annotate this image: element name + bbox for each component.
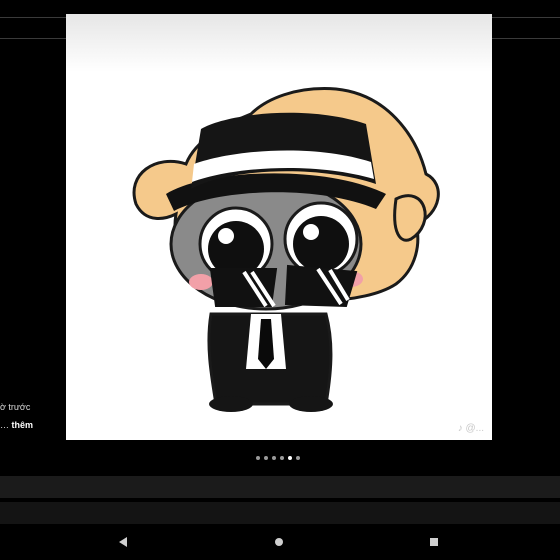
carousel-dot-active xyxy=(288,456,292,460)
home-button[interactable] xyxy=(273,536,285,548)
bottom-panel xyxy=(0,476,560,498)
caption-more[interactable]: … thêm xyxy=(0,420,33,430)
recents-button[interactable] xyxy=(428,536,440,548)
carousel-indicator xyxy=(256,456,300,460)
back-triangle-icon xyxy=(119,537,127,547)
caption-time: ờ trước xyxy=(0,402,31,412)
home-circle-icon xyxy=(275,538,283,546)
carousel-dot xyxy=(296,456,300,460)
post-image[interactable]: ♪ @... xyxy=(66,14,492,440)
recents-square-icon xyxy=(430,538,438,546)
carousel-dot xyxy=(264,456,268,460)
back-button[interactable] xyxy=(118,536,130,548)
caption-ellipsis: … xyxy=(0,420,9,430)
carousel-dot xyxy=(256,456,260,460)
system-nav-bar xyxy=(0,524,560,560)
image-watermark: ♪ @... xyxy=(457,423,484,434)
carousel-dot xyxy=(280,456,284,460)
carousel-dot xyxy=(272,456,276,460)
character-illustration xyxy=(132,87,440,412)
bottom-panel-2 xyxy=(0,502,560,524)
see-more-link[interactable]: thêm xyxy=(12,420,34,430)
